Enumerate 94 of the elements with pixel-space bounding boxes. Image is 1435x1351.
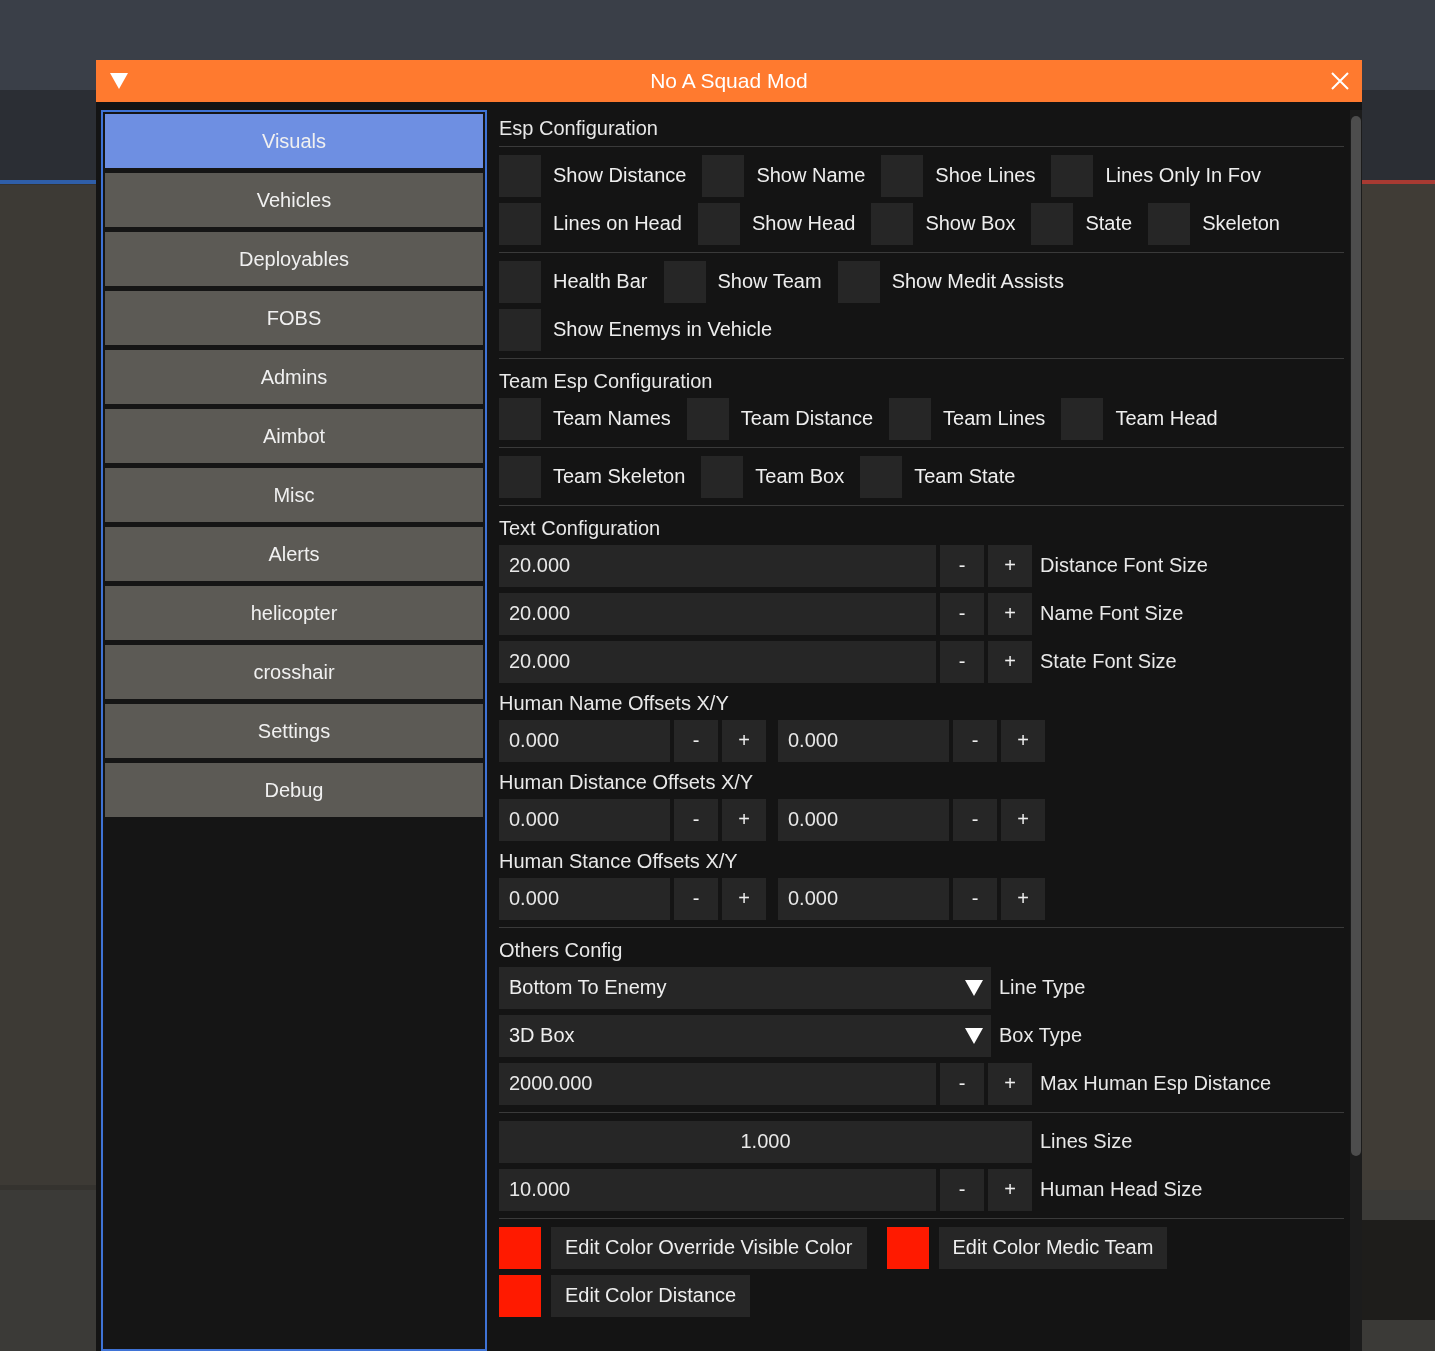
section-title: Esp Configuration (499, 116, 659, 141)
close-icon[interactable] (1330, 71, 1350, 91)
increment-button[interactable]: + (1001, 798, 1045, 841)
number-field[interactable]: 0.000 (778, 798, 949, 841)
color-swatch[interactable] (499, 1226, 541, 1269)
checkbox[interactable]: Shoe Lines (881, 154, 1036, 197)
increment-button[interactable]: + (1001, 877, 1045, 920)
section-title: Human Distance Offsets X/Y (499, 770, 755, 795)
checkbox[interactable]: Show Distance (499, 154, 687, 197)
increment-button[interactable]: + (988, 592, 1032, 635)
increment-button[interactable]: + (988, 1168, 1032, 1211)
number-field[interactable]: 20.000 (499, 544, 936, 587)
field-label: Box Type (999, 1024, 1083, 1047)
decrement-button[interactable]: - (940, 640, 984, 683)
sidebar-tab[interactable]: FOBS (105, 291, 483, 345)
increment-button[interactable]: + (722, 877, 766, 920)
increment-button[interactable]: + (988, 544, 1032, 587)
field-label: Name Font Size (1040, 602, 1184, 625)
section-title: Text Configuration (499, 516, 662, 541)
field-label: Line Type (999, 976, 1086, 999)
number-field[interactable]: 2000.000 (499, 1062, 936, 1105)
field-label: Lines Size (1040, 1130, 1133, 1153)
sidebar-tab[interactable]: Vehicles (105, 173, 483, 227)
checkbox[interactable]: Lines on Head (499, 202, 682, 245)
number-field[interactable]: 20.000 (499, 592, 936, 635)
checkbox[interactable]: Team State (860, 455, 1016, 498)
number-field[interactable]: 0.000 (499, 798, 670, 841)
decrement-button[interactable]: - (674, 877, 718, 920)
decrement-button[interactable]: - (953, 877, 997, 920)
sidebar-tab[interactable]: Deployables (105, 232, 483, 286)
checkbox[interactable]: Show Medit Assists (837, 260, 1064, 303)
sidebar-tab[interactable]: Debug (105, 763, 483, 817)
checkbox[interactable]: Health Bar (499, 260, 648, 303)
field-label: Human Head Size (1040, 1178, 1203, 1201)
sidebar-tab[interactable]: Alerts (105, 527, 483, 581)
number-field[interactable]: 1.000 (499, 1120, 1032, 1163)
section-title: Human Stance Offsets X/Y (499, 849, 739, 874)
window-title: No A Squad Mod (650, 69, 808, 93)
number-field[interactable]: 0.000 (499, 719, 670, 762)
color-swatch[interactable] (499, 1274, 541, 1317)
checkbox[interactable]: Show Enemys in Vehicle (499, 308, 772, 351)
decrement-button[interactable]: - (953, 798, 997, 841)
number-field[interactable]: 0.000 (499, 877, 670, 920)
checkbox[interactable]: Show Team (663, 260, 822, 303)
collapse-arrow-icon[interactable] (110, 73, 128, 89)
sidebar-tab[interactable]: Settings (105, 704, 483, 758)
field-label: Max Human Esp Distance (1040, 1072, 1272, 1095)
checkbox[interactable]: Show Name (702, 154, 866, 197)
edit-color-button[interactable]: Edit Color Distance (551, 1274, 751, 1317)
number-field[interactable]: 20.000 (499, 640, 936, 683)
field-label: State Font Size (1040, 650, 1177, 673)
dropdown-arrow-icon (965, 1027, 983, 1044)
checkbox[interactable]: Team Lines (889, 397, 1046, 440)
checkbox[interactable]: Skeleton (1148, 202, 1280, 245)
sidebar-tab[interactable]: Misc (105, 468, 483, 522)
decrement-button[interactable]: - (940, 592, 984, 635)
dropdown[interactable]: 3D Box (499, 1014, 991, 1057)
checkbox[interactable]: Team Head (1061, 397, 1218, 440)
increment-button[interactable]: + (722, 798, 766, 841)
decrement-button[interactable]: - (940, 1168, 984, 1211)
section-title: Others Config (499, 938, 624, 963)
decrement-button[interactable]: - (674, 719, 718, 762)
edit-color-button[interactable]: Edit Color Override Visible Color (551, 1226, 867, 1269)
number-field[interactable]: 0.000 (778, 877, 949, 920)
sidebar-tab[interactable]: Aimbot (105, 409, 483, 463)
dropdown[interactable]: Bottom To Enemy (499, 966, 991, 1009)
section-title: Team Esp Configuration (499, 369, 714, 394)
number-field[interactable]: 0.000 (778, 719, 949, 762)
decrement-button[interactable]: - (953, 719, 997, 762)
decrement-button[interactable]: - (674, 798, 718, 841)
checkbox[interactable]: Team Names (499, 397, 671, 440)
checkbox[interactable]: Show Head (698, 202, 856, 245)
field-label: Distance Font Size (1040, 554, 1208, 577)
checkbox[interactable]: Lines Only In Fov (1051, 154, 1262, 197)
decrement-button[interactable]: - (940, 1062, 984, 1105)
checkbox[interactable]: Team Skeleton (499, 455, 686, 498)
sidebar-tab[interactable]: crosshair (105, 645, 483, 699)
checkbox[interactable]: Show Box (871, 202, 1016, 245)
edit-color-button[interactable]: Edit Color Medic Team (938, 1226, 1168, 1269)
checkbox[interactable]: Team Distance (686, 397, 874, 440)
decrement-button[interactable]: - (940, 544, 984, 587)
increment-button[interactable]: + (988, 640, 1032, 683)
section-title: Human Name Offsets X/Y (499, 691, 730, 716)
dropdown-arrow-icon (965, 979, 983, 996)
color-swatch[interactable] (886, 1226, 929, 1269)
scrollbar[interactable] (1350, 110, 1362, 1351)
increment-button[interactable]: + (1001, 719, 1045, 762)
increment-button[interactable]: + (988, 1062, 1032, 1105)
increment-button[interactable]: + (722, 719, 766, 762)
sidebar-tab[interactable]: helicopter (105, 586, 483, 640)
sidebar-tab[interactable]: Admins (105, 350, 483, 404)
checkbox[interactable]: State (1031, 202, 1133, 245)
checkbox[interactable]: Team Box (701, 455, 845, 498)
number-field[interactable]: 10.000 (499, 1168, 936, 1211)
